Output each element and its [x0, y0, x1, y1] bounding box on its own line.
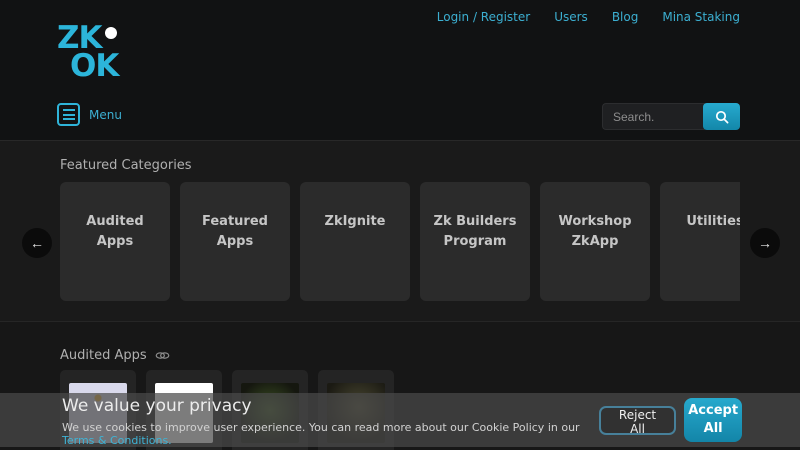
link-icon[interactable] [155, 351, 170, 360]
search-input[interactable] [602, 103, 705, 130]
reject-all-button[interactable]: Reject All [599, 406, 676, 435]
cookie-banner-message: We use cookies to improve user experienc… [62, 421, 599, 447]
carousel-prev-button[interactable]: ← [22, 228, 52, 258]
nav-link-blog[interactable]: Blog [612, 10, 639, 24]
category-card-utilities[interactable]: Utilities [660, 182, 740, 301]
nav-link-login-register[interactable]: Login / Register [437, 10, 530, 24]
featured-categories-section: Featured Categories Audited Apps Feature… [0, 141, 800, 322]
page: Login / Register Users Blog Mina Staking… [0, 0, 800, 450]
hamburger-icon [63, 109, 75, 111]
arrow-left-icon: ← [30, 235, 44, 251]
category-card-featured-apps[interactable]: Featured Apps [180, 182, 290, 301]
top-nav: Login / Register Users Blog Mina Staking [437, 10, 740, 24]
menu-toggle[interactable]: Menu [57, 103, 122, 126]
cookie-banner-title: We value your privacy [62, 396, 599, 416]
menu-label: Menu [89, 108, 122, 122]
cookie-message-text: We use cookies to improve user experienc… [62, 421, 580, 434]
category-card-zkignite[interactable]: ZkIgnite [300, 182, 410, 301]
search-icon [715, 110, 729, 124]
search-button[interactable] [703, 103, 740, 130]
logo-dot-icon [105, 27, 117, 39]
cookie-consent-banner: We value your privacy We use cookies to … [0, 393, 800, 447]
category-card-audited-apps[interactable]: Audited Apps [60, 182, 170, 301]
featured-categories-title: Featured Categories [60, 158, 192, 173]
nav-link-mina-staking[interactable]: Mina Staking [662, 10, 740, 24]
category-card-zk-builders-program[interactable]: Zk Builders Program [420, 182, 530, 301]
nav-link-users[interactable]: Users [554, 10, 588, 24]
audited-apps-title: Audited Apps [60, 348, 147, 363]
logo-line2: OK [57, 52, 118, 80]
arrow-right-icon: → [758, 235, 772, 251]
terms-and-conditions-link[interactable]: Terms & Conditions. [62, 434, 172, 447]
carousel-next-button[interactable]: → [750, 228, 780, 258]
accept-all-button[interactable]: Accept All [684, 398, 742, 442]
site-logo[interactable]: ZK OK [57, 24, 118, 80]
category-card-workshop-zkapp[interactable]: Workshop ZkApp [540, 182, 650, 301]
search-bar [602, 103, 740, 130]
header: Login / Register Users Blog Mina Staking… [0, 0, 800, 141]
category-carousel: Audited Apps Featured Apps ZkIgnite Zk B… [60, 182, 740, 301]
hamburger-menu-button[interactable] [57, 103, 80, 126]
